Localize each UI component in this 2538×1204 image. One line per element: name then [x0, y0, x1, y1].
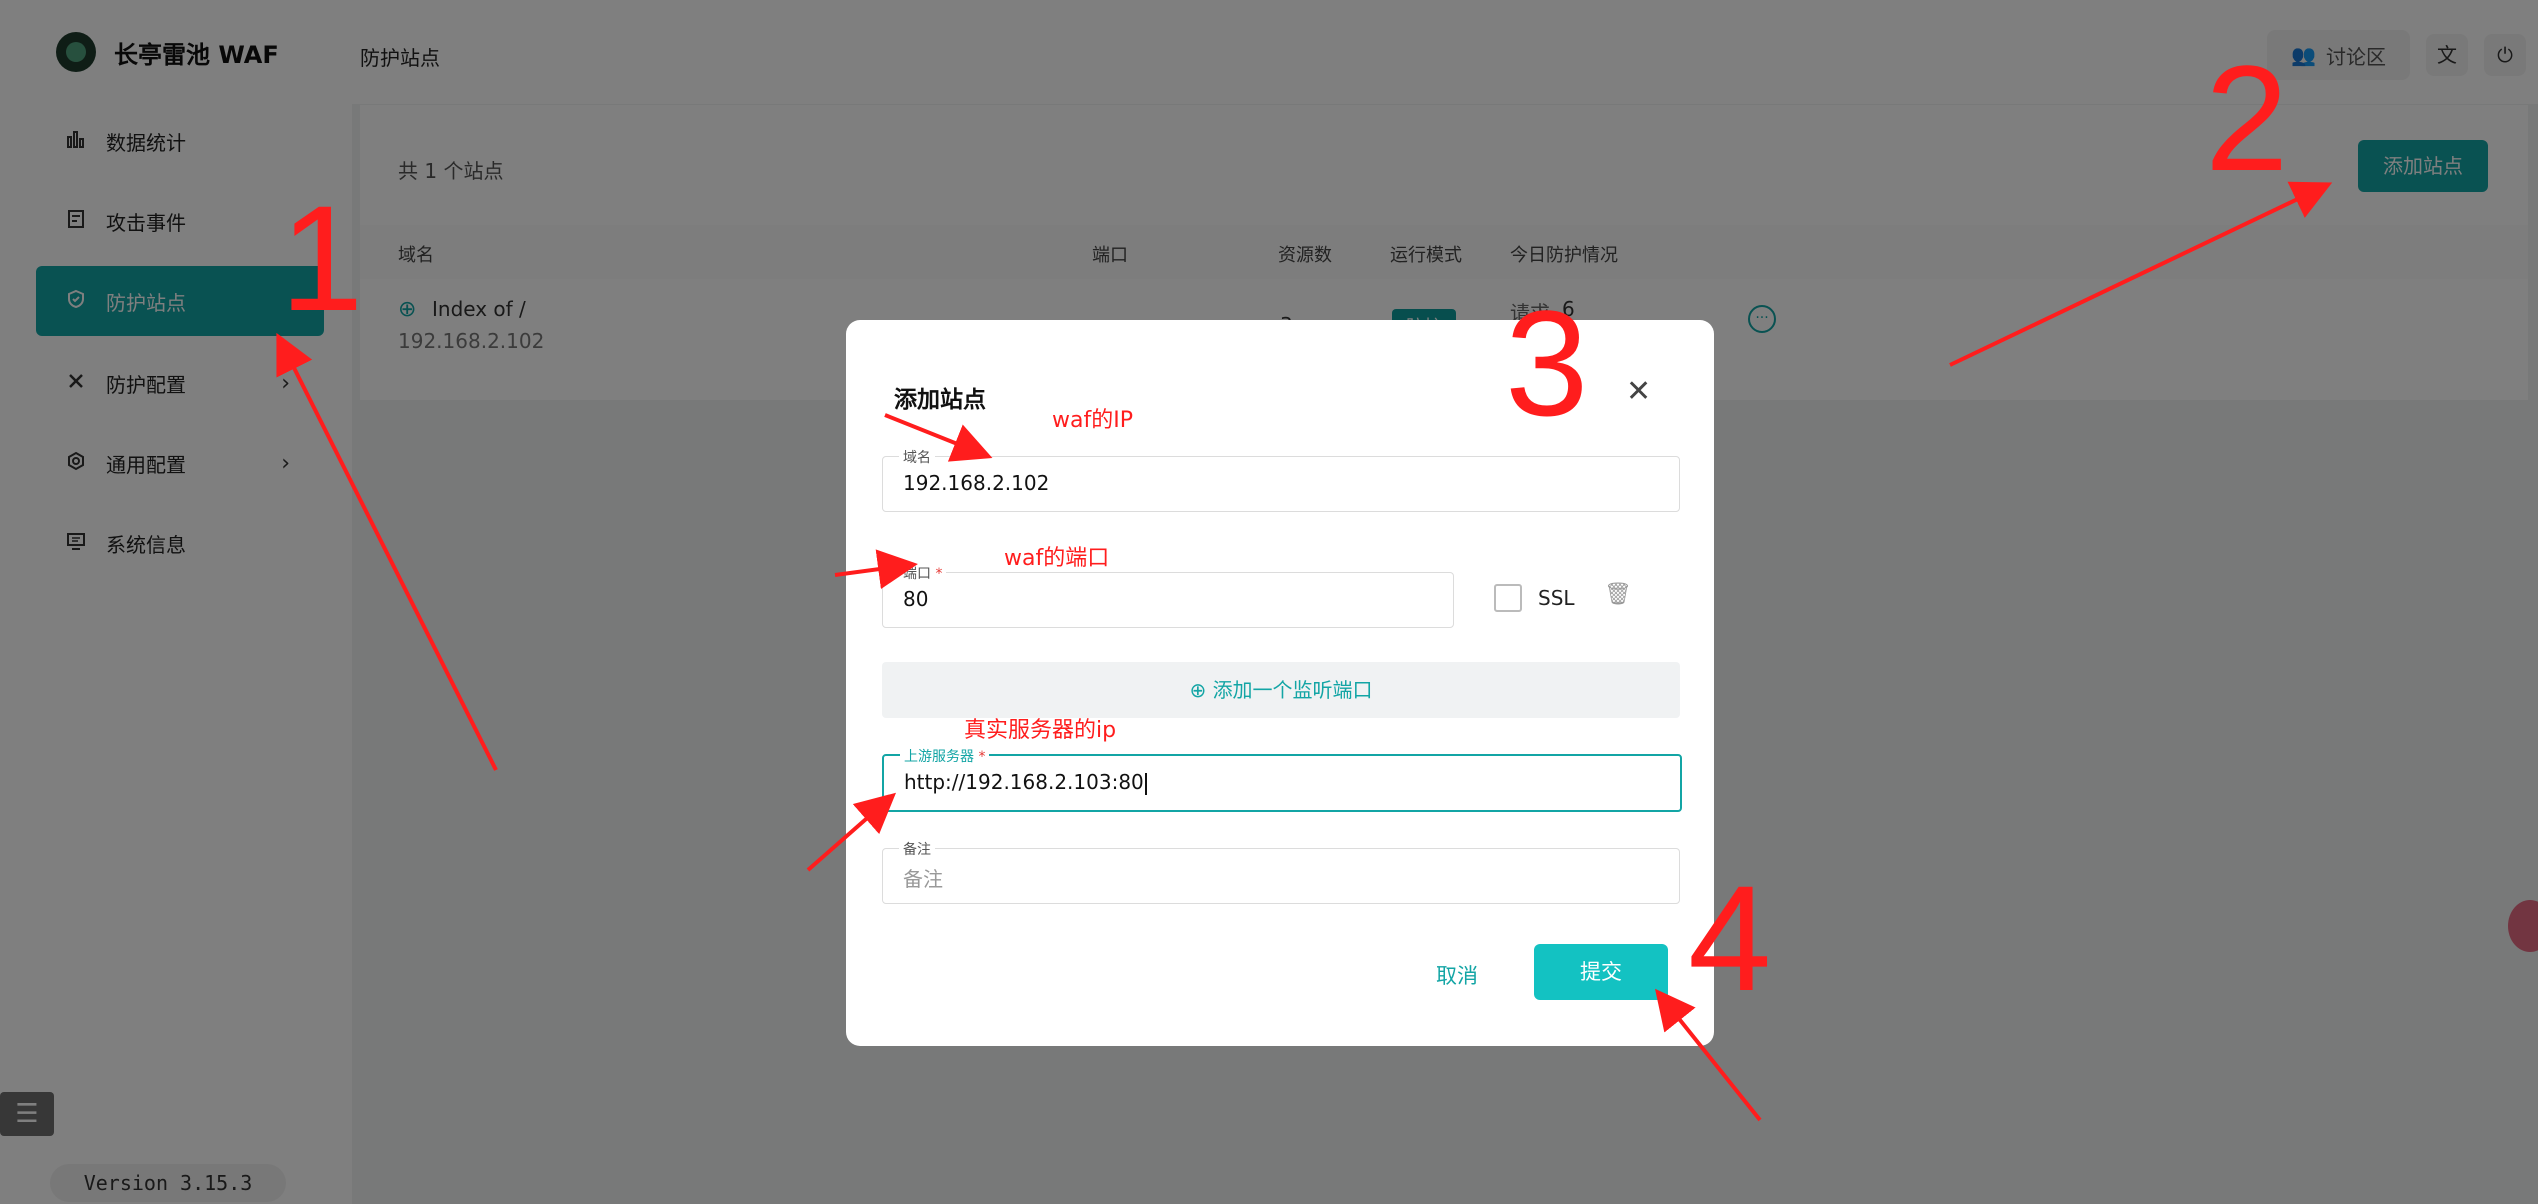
modal-title: 添加站点 — [894, 387, 986, 413]
close-icon[interactable]: ✕ — [1626, 374, 1651, 409]
domain-field[interactable]: 域名 192.168.2.102 — [882, 447, 1680, 512]
cancel-button[interactable]: 取消 — [1436, 960, 1478, 990]
text-caret — [1144, 772, 1147, 795]
required-mark: * — [935, 566, 943, 582]
ssl-label: SSL — [1538, 586, 1575, 610]
upstream-field[interactable]: 上游服务器 * http://192.168.2.103:80 — [882, 746, 1682, 812]
port-value: 80 — [903, 587, 929, 611]
remark-placeholder: 备注 — [903, 867, 943, 891]
note-waf-port: waf的端口 — [1004, 546, 1110, 571]
domain-value: 192.168.2.102 — [903, 471, 1050, 495]
upstream-label-text: 上游服务器 — [904, 749, 974, 765]
domain-label: 域名 — [899, 447, 935, 467]
port-label-text: 端口 — [903, 566, 931, 582]
port-label: 端口 * — [899, 563, 947, 583]
upstream-value: http://192.168.2.103:80 — [904, 770, 1147, 795]
add-port-label: 添加一个监听端口 — [1212, 678, 1373, 702]
add-site-modal: 添加站点 ✕ 域名 192.168.2.102 端口 * 80 SSL 🗑 ⊕ … — [846, 320, 1714, 1046]
trash-icon[interactable]: 🗑 — [1604, 582, 1632, 607]
app-root: 长亭雷池 WAF 数据统计 攻击事件 防护站点 防护配置 › — [0, 0, 2538, 1204]
plus-circle-icon: ⊕ — [1189, 678, 1207, 702]
remark-field[interactable]: 备注 备注 — [882, 839, 1680, 904]
add-port-button[interactable]: ⊕ 添加一个监听端口 — [882, 662, 1680, 718]
note-waf-ip: waf的IP — [1052, 408, 1133, 433]
remark-label: 备注 — [899, 839, 935, 859]
submit-button[interactable]: 提交 — [1534, 944, 1668, 1000]
port-field[interactable]: 端口 * 80 — [882, 563, 1454, 628]
required-mark: * — [978, 749, 986, 765]
upstream-value-text: http://192.168.2.103:80 — [904, 770, 1144, 794]
note-real-server-ip: 真实服务器的ip — [964, 718, 1117, 743]
ssl-checkbox[interactable] — [1494, 584, 1522, 612]
upstream-label: 上游服务器 * — [900, 746, 990, 766]
